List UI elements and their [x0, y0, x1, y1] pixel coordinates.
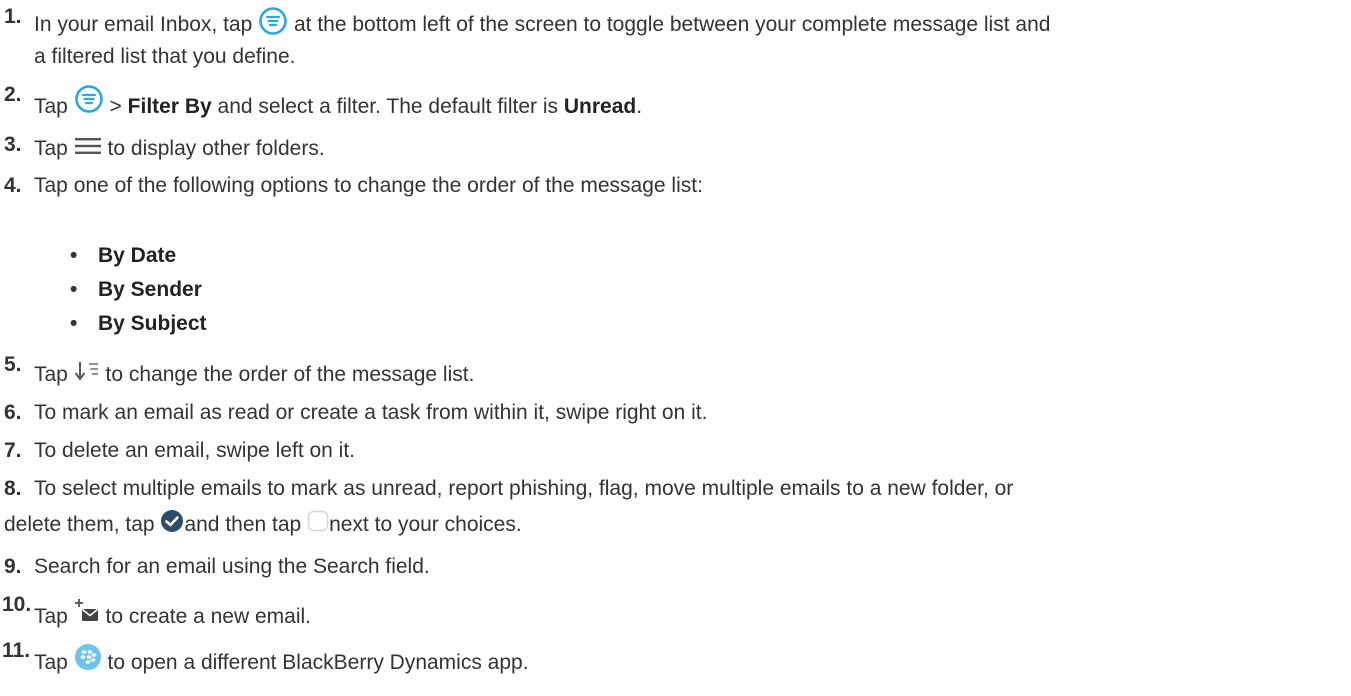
bullet: • — [70, 278, 78, 301]
step-text-part: to open a different BlackBerry Dynamics … — [107, 651, 529, 674]
step-7: 7. To delete an email, swipe left on it. — [0, 434, 1340, 470]
default-filter-unread: Unread — [563, 95, 637, 118]
step-number: 10. — [2, 593, 32, 616]
compose-email-icon — [74, 598, 100, 624]
step-number: 8. — [4, 477, 22, 500]
step-text-part: Tap — [34, 605, 68, 628]
step-text-part: and then tap — [184, 513, 302, 536]
select-check-icon — [160, 509, 184, 533]
step-text-part: to change the order of the message list. — [105, 363, 475, 386]
step-text: Search for an email using the Search fie… — [34, 555, 430, 578]
step-text: To delete an email, swipe left on it. — [34, 439, 356, 462]
step-5: 5. Tap to change the order of the messag… — [0, 352, 1340, 392]
step-number: 7. — [4, 439, 22, 462]
step-8: 8. To select multiple emails to mark as … — [0, 472, 1340, 546]
step-number: 6. — [4, 401, 22, 424]
filter-toggle-icon — [258, 6, 288, 36]
empty-checkbox-icon — [307, 510, 329, 532]
sort-order-icon — [74, 360, 100, 382]
step-number: 2. — [4, 83, 22, 106]
step-text-part: next to your choices. — [329, 513, 522, 536]
step-4: 4. Tap one of the following options to c… — [0, 169, 1340, 205]
step-number: 4. — [4, 174, 22, 197]
step-text-part: to display other folders. — [107, 137, 325, 160]
step-text-part: Tap — [34, 363, 68, 386]
step-2: 2. Tap > Filter By and select a filter. … — [0, 83, 1340, 124]
step-text-continued: a filtered list that you define. — [34, 45, 296, 68]
step-text: Tap > Filter By and select a filter. The… — [34, 85, 1334, 124]
step-1: 1. In your email Inbox, tap at the botto… — [0, 5, 1340, 76]
step-text-continued: delete them, tap and then tap next to yo… — [4, 508, 1304, 542]
step-text-part: and select a filter. The default filter … — [217, 95, 558, 118]
step-text-part: . — [636, 95, 643, 118]
step-text: Tap to display other folders. — [34, 132, 1334, 166]
step-number: 3. — [4, 133, 22, 156]
step-number: 5. — [4, 353, 22, 376]
menu-option-filter-by: Filter By — [127, 95, 212, 118]
blackberry-dynamics-icon — [74, 643, 102, 671]
step-text-part: to create a new email. — [105, 605, 311, 628]
sort-option-label: By Date — [98, 244, 177, 267]
step-10: 10. Tap to create a new email. — [0, 593, 1340, 634]
step-text: To mark an email as read or create a tas… — [34, 401, 708, 424]
bullet: • — [70, 244, 78, 267]
step-text: To select multiple emails to mark as unr… — [34, 477, 1014, 500]
step-number: 9. — [4, 555, 22, 578]
step-text-part: > — [109, 95, 122, 118]
step-text-part: Tap — [34, 651, 68, 674]
step-text: In your email Inbox, tap at the bottom l… — [34, 6, 1334, 42]
step-text-part: Tap — [34, 137, 68, 160]
sort-option-label: By Sender — [98, 278, 202, 301]
help-document: 1. In your email Inbox, tap at the botto… — [0, 0, 1351, 696]
step-9: 9. Search for an email using the Search … — [0, 550, 1340, 586]
step-text-part: In your email Inbox, tap — [34, 13, 253, 36]
step-text-part: Tap — [34, 95, 68, 118]
step-text: Tap to create a new email. — [34, 598, 1334, 634]
step-text-part: delete them, tap — [4, 513, 155, 536]
step-3: 3. Tap to display other folders. — [0, 128, 1340, 164]
step-text-part: at the bottom left of the screen to togg… — [293, 13, 1051, 36]
step-text: Tap one of the following options to chan… — [34, 174, 703, 197]
step-text: Tap to open a different BlackBerry Dynam… — [34, 643, 1334, 680]
sort-option-label: By Subject — [98, 312, 207, 335]
step-text: Tap to change the order of the message l… — [34, 358, 1334, 392]
menu-icon — [74, 136, 102, 156]
step-number: 11. — [2, 639, 31, 662]
step-number: 1. — [4, 5, 22, 28]
bullet: • — [70, 312, 78, 335]
step-6: 6. To mark an email as read or create a … — [0, 396, 1340, 432]
filter-toggle-icon — [74, 84, 104, 114]
step-11: 11. Tap to open a different BlackBerry D… — [0, 639, 1340, 684]
